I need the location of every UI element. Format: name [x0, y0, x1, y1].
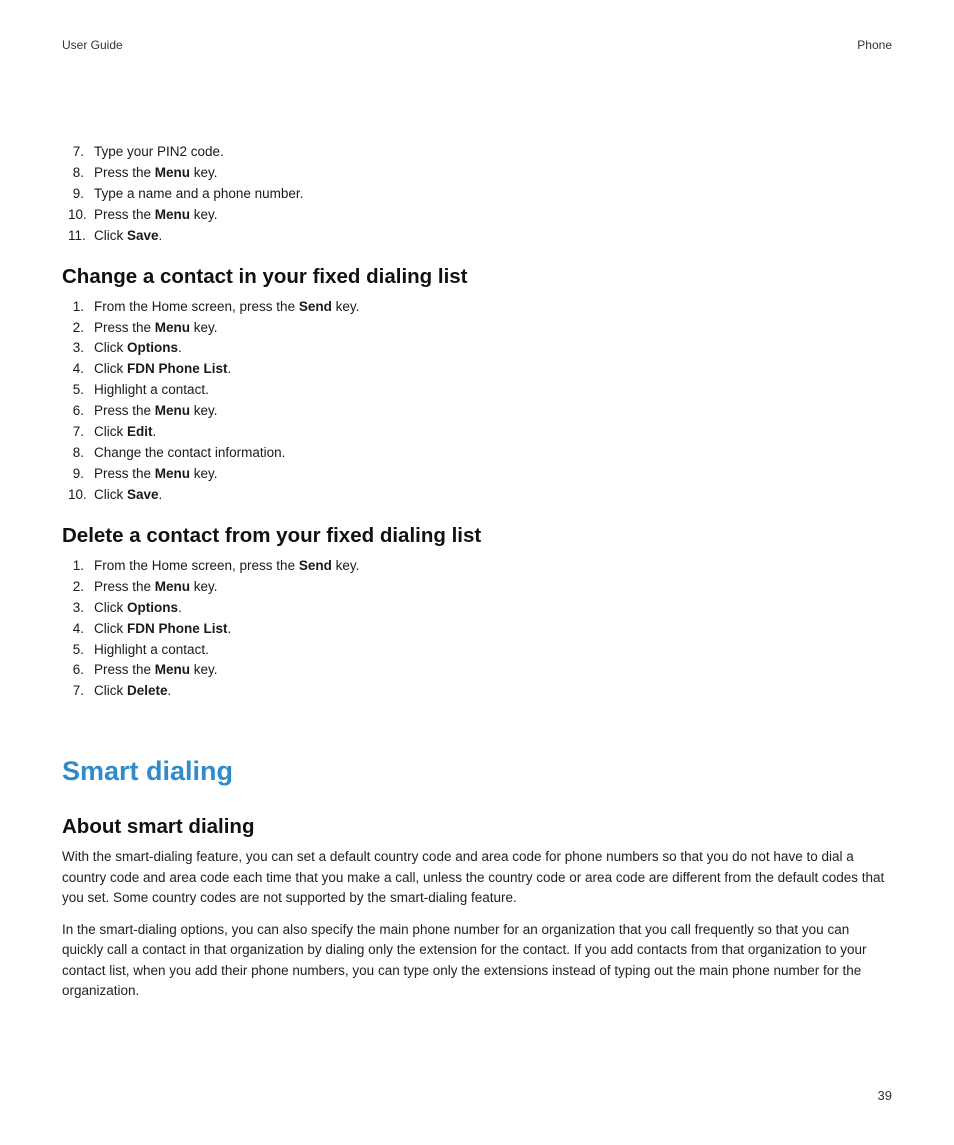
list-item-text: Press the Menu key. [94, 660, 892, 681]
list-item-text: Highlight a contact. [94, 380, 892, 401]
list-item-text: From the Home screen, press the Send key… [94, 556, 892, 577]
list-item-number: 3. [68, 338, 94, 359]
list-item-number: 7. [68, 681, 94, 702]
list-item-number: 6. [68, 401, 94, 422]
list-item: 1.From the Home screen, press the Send k… [68, 556, 892, 577]
list-item-number: 7. [68, 142, 94, 163]
heading-about-smart-dialing: About smart dialing [62, 815, 892, 839]
list-item: 11.Click Save. [68, 226, 892, 247]
list-item-number: 8. [68, 163, 94, 184]
list-item-text: Press the Menu key. [94, 318, 892, 339]
list-item-text: Click Delete. [94, 681, 892, 702]
list-item-number: 5. [68, 640, 94, 661]
ordered-list-2: 1.From the Home screen, press the Send k… [68, 297, 892, 506]
list-item: 8.Press the Menu key. [68, 163, 892, 184]
list-item-text: Click FDN Phone List. [94, 619, 892, 640]
list-item-text: Press the Menu key. [94, 163, 892, 184]
list-item: 4.Click FDN Phone List. [68, 619, 892, 640]
list-item-text: Press the Menu key. [94, 205, 892, 226]
paragraph: In the smart-dialing options, you can al… [62, 920, 892, 1001]
list-item: 9.Type a name and a phone number. [68, 184, 892, 205]
list-item: 10.Press the Menu key. [68, 205, 892, 226]
page-header: User Guide Phone [62, 38, 892, 52]
list-item-number: 10. [68, 485, 94, 506]
ordered-list-1: 7.Type your PIN2 code.8.Press the Menu k… [68, 142, 892, 247]
list-item-number: 1. [68, 297, 94, 318]
list-item-text: Click FDN Phone List. [94, 359, 892, 380]
list-item-text: Change the contact information. [94, 443, 892, 464]
list-item: 7.Click Delete. [68, 681, 892, 702]
list-item: 9.Press the Menu key. [68, 464, 892, 485]
list-item-number: 9. [68, 464, 94, 485]
list-item-number: 2. [68, 577, 94, 598]
section-heading-smart-dialing: Smart dialing [62, 756, 892, 787]
heading-delete-contact: Delete a contact from your fixed dialing… [62, 524, 892, 548]
list-item-number: 3. [68, 598, 94, 619]
list-item-text: Press the Menu key. [94, 577, 892, 598]
list-item-text: Type your PIN2 code. [94, 142, 892, 163]
header-right: Phone [857, 38, 892, 52]
list-item: 3.Click Options. [68, 598, 892, 619]
list-item-number: 10. [68, 205, 94, 226]
list-item-text: Click Save. [94, 226, 892, 247]
heading-change-contact: Change a contact in your fixed dialing l… [62, 265, 892, 289]
list-item-text: Click Options. [94, 598, 892, 619]
list-item: 5.Highlight a contact. [68, 380, 892, 401]
list-item: 3.Click Options. [68, 338, 892, 359]
list-item-number: 7. [68, 422, 94, 443]
list-item: 7.Click Edit. [68, 422, 892, 443]
list-item: 6.Press the Menu key. [68, 660, 892, 681]
list-item: 5.Highlight a contact. [68, 640, 892, 661]
list-item-number: 2. [68, 318, 94, 339]
list-item-number: 5. [68, 380, 94, 401]
list-item-number: 6. [68, 660, 94, 681]
list-item-text: Click Edit. [94, 422, 892, 443]
list-item-number: 4. [68, 619, 94, 640]
list-item-number: 11. [68, 226, 94, 247]
list-item-text: Press the Menu key. [94, 464, 892, 485]
list-item-text: Click Save. [94, 485, 892, 506]
list-item-text: Press the Menu key. [94, 401, 892, 422]
header-left: User Guide [62, 38, 123, 52]
list-item: 1.From the Home screen, press the Send k… [68, 297, 892, 318]
list-item-text: Highlight a contact. [94, 640, 892, 661]
list-item: 2.Press the Menu key. [68, 318, 892, 339]
list-item: 6.Press the Menu key. [68, 401, 892, 422]
list-item: 7.Type your PIN2 code. [68, 142, 892, 163]
list-item: 2.Press the Menu key. [68, 577, 892, 598]
list-item-text: From the Home screen, press the Send key… [94, 297, 892, 318]
list-item-number: 1. [68, 556, 94, 577]
list-item-text: Type a name and a phone number. [94, 184, 892, 205]
paragraph: With the smart-dialing feature, you can … [62, 847, 892, 908]
list-item: 8.Change the contact information. [68, 443, 892, 464]
list-item-text: Click Options. [94, 338, 892, 359]
list-item-number: 8. [68, 443, 94, 464]
list-item-number: 4. [68, 359, 94, 380]
page-number: 39 [878, 1088, 892, 1103]
list-item: 4.Click FDN Phone List. [68, 359, 892, 380]
list-item-number: 9. [68, 184, 94, 205]
list-item: 10.Click Save. [68, 485, 892, 506]
ordered-list-3: 1.From the Home screen, press the Send k… [68, 556, 892, 702]
